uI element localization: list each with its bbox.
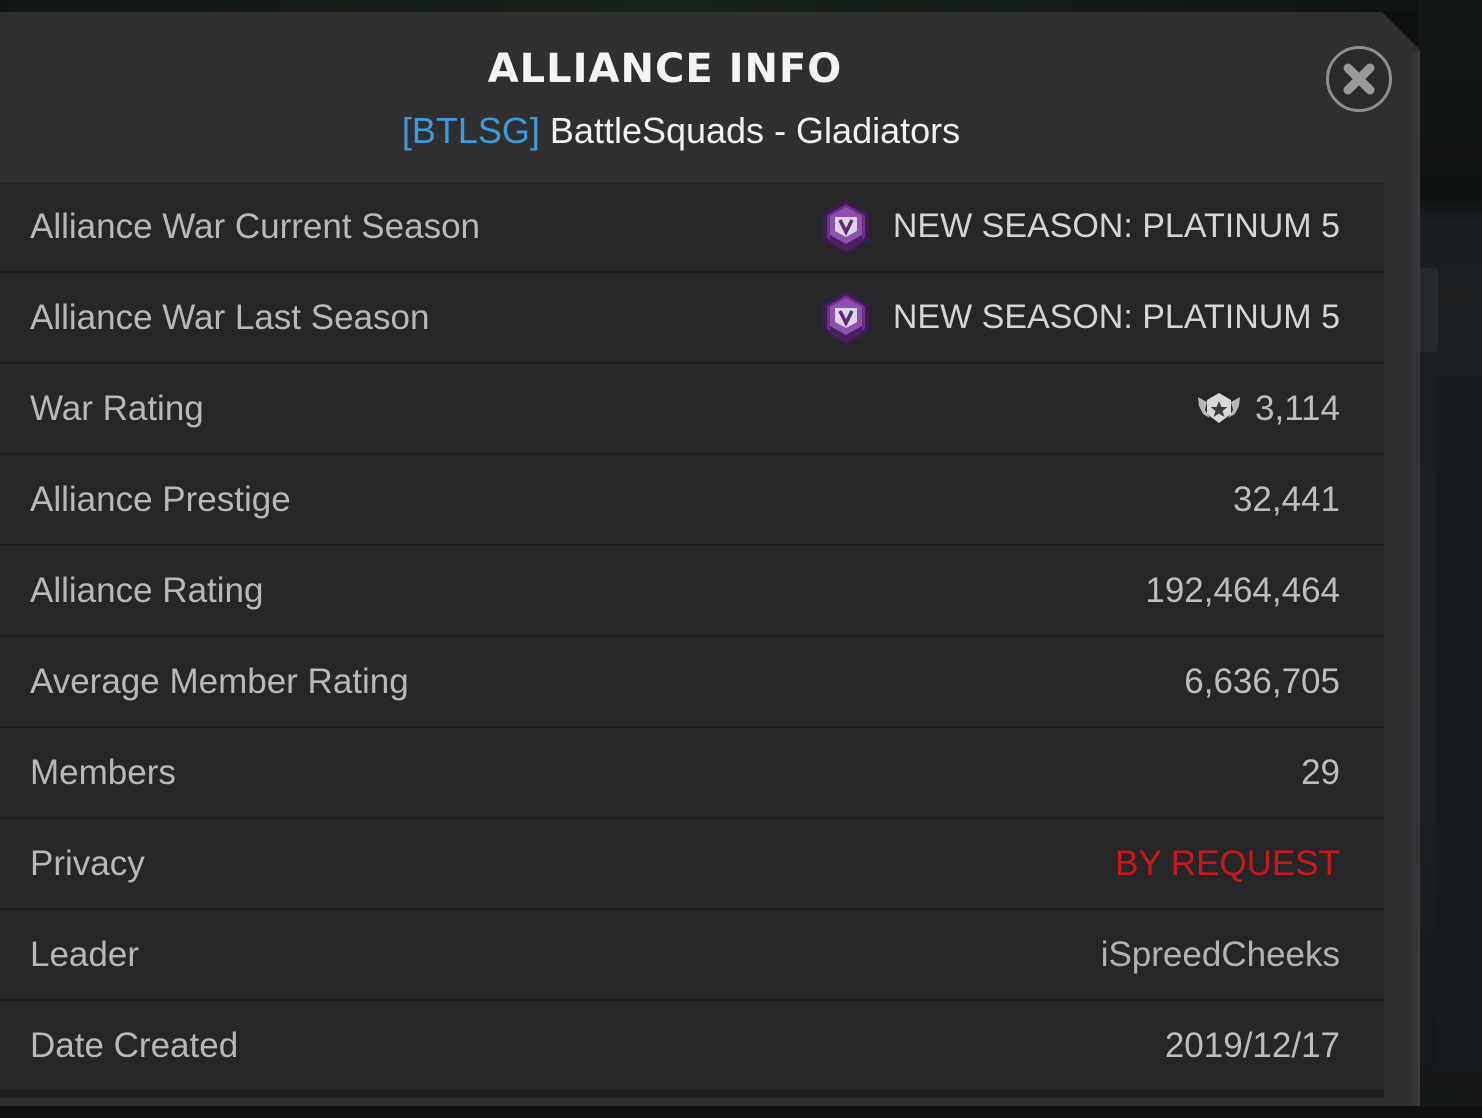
- privacy-value: BY REQUEST: [1115, 844, 1340, 883]
- row-label: Alliance Prestige: [30, 480, 291, 519]
- average-member-rating-value: 6,636,705: [1184, 662, 1340, 701]
- alliance-rating-value: 192,464,464: [1145, 571, 1340, 610]
- season-value: NEW SEASON: PLATINUM 5: [892, 207, 1340, 245]
- info-row-privacy: Privacy BY REQUEST: [0, 819, 1384, 910]
- row-label: War Rating: [30, 389, 204, 428]
- row-value: NEW SEASON: PLATINUM 5: [819, 273, 1340, 362]
- alliance-name: BattleSquads - Gladiators: [549, 110, 961, 151]
- info-row-prestige: Alliance Prestige 32,441: [0, 455, 1384, 546]
- row-value: 29: [1301, 728, 1340, 817]
- row-value: BY REQUEST: [1115, 819, 1340, 908]
- alliance-info-dialog: ALLIANCE INFO [BTLSG] BattleSquads - Gla…: [0, 12, 1420, 1106]
- row-label: Alliance War Current Season: [30, 207, 481, 246]
- platinum-tier-badge-icon: [819, 289, 873, 347]
- close-button[interactable]: [1326, 46, 1392, 112]
- date-created-value: 2019/12/17: [1164, 1026, 1340, 1065]
- info-row-leader: Leader iSpreedCheeks: [0, 910, 1384, 1001]
- row-value: 6,636,705: [1184, 637, 1340, 726]
- dialog-edge: [1410, 52, 1420, 1106]
- row-value: NEW SEASON: PLATINUM 5: [819, 182, 1340, 271]
- platinum-tier-badge-icon: [819, 198, 873, 256]
- background-side-strip: [1436, 375, 1482, 1065]
- row-label: Privacy: [30, 844, 145, 883]
- info-row-average-member-rating: Average Member Rating 6,636,705: [0, 637, 1384, 728]
- prestige-value: 32,441: [1232, 480, 1340, 519]
- row-value: 192,464,464: [1145, 546, 1340, 635]
- info-table: Alliance War Current Season NEW SEASON: …: [0, 182, 1384, 1098]
- row-label: Leader: [30, 935, 139, 974]
- row-value: 2019/12/17: [1165, 1001, 1340, 1090]
- season-value: NEW SEASON: PLATINUM 5: [892, 298, 1340, 336]
- row-label: Alliance War Last Season: [30, 298, 430, 337]
- dialog-title: ALLIANCE INFO: [487, 46, 843, 92]
- alliance-name-line: [BTLSG] BattleSquads - Gladiators: [0, 110, 1362, 152]
- members-value: 29: [1301, 753, 1340, 792]
- background-top: [0, 0, 1482, 12]
- row-label: Date Created: [30, 1026, 239, 1065]
- info-row-alliance-rating: Alliance Rating 192,464,464: [0, 546, 1384, 637]
- info-row-members: Members 29: [0, 728, 1384, 819]
- info-row-current-season: Alliance War Current Season NEW SEASON: …: [0, 182, 1384, 273]
- war-rating-emblem-icon: [1195, 390, 1243, 428]
- row-label: Average Member Rating: [30, 662, 409, 701]
- background-side-tab: [1420, 268, 1438, 352]
- close-x-icon: [1343, 63, 1375, 95]
- row-label: Members: [30, 753, 176, 792]
- row-label: Alliance Rating: [30, 571, 264, 610]
- war-rating-value: 3,114: [1255, 389, 1340, 428]
- info-row-last-season: Alliance War Last Season NEW SEASON: PLA…: [0, 273, 1384, 364]
- row-value[interactable]: iSpreedCheeks: [1101, 910, 1340, 999]
- info-row-war-rating: War Rating 3,114: [0, 364, 1384, 455]
- row-value: 3,114: [1195, 364, 1340, 453]
- row-value: 32,441: [1233, 455, 1340, 544]
- alliance-tag: [BTLSG]: [401, 110, 540, 151]
- leader-name-link[interactable]: iSpreedCheeks: [1101, 910, 1340, 999]
- info-row-date-created: Date Created 2019/12/17: [0, 1001, 1384, 1092]
